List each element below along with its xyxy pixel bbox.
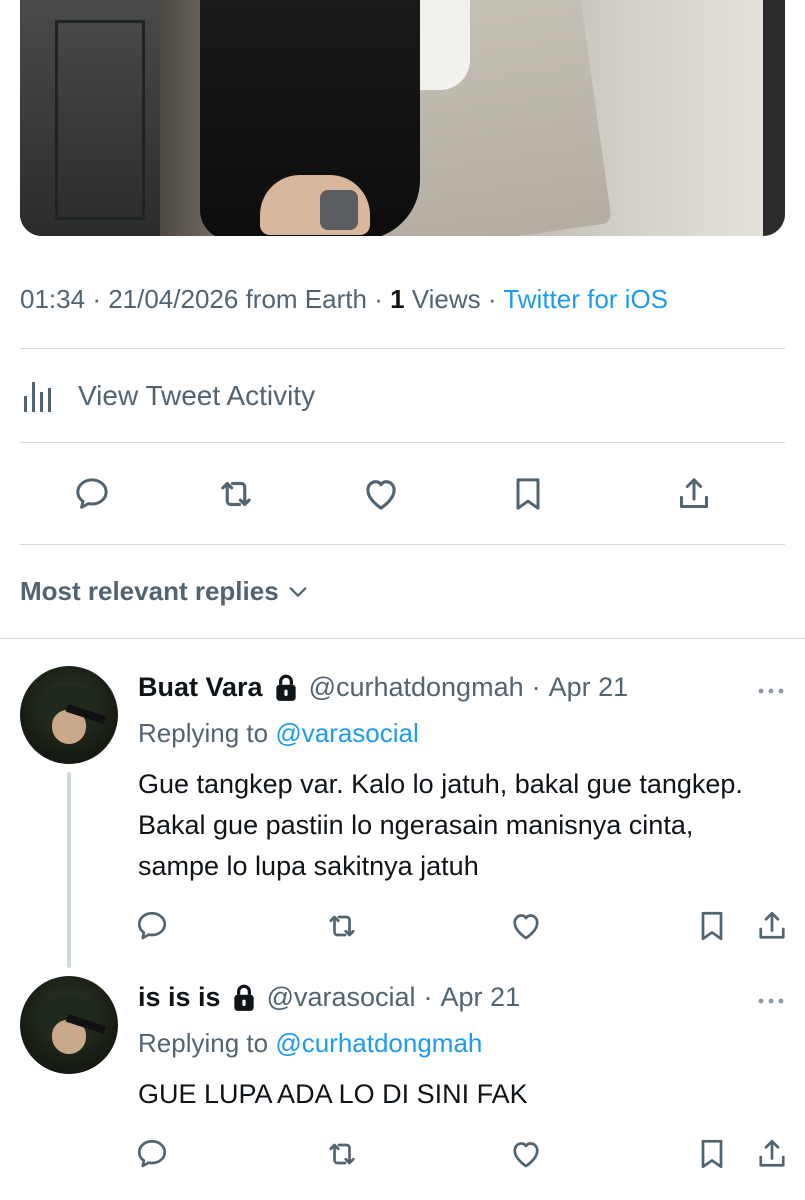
lock-icon <box>275 674 296 701</box>
bookmark-button[interactable] <box>692 906 732 946</box>
tweet-location: from Earth <box>245 284 367 314</box>
reply-author-handle[interactable]: @curhatdongmah <box>309 672 524 703</box>
reply-icon <box>137 1139 167 1168</box>
reply-button[interactable] <box>68 470 116 518</box>
heart-icon <box>366 480 396 510</box>
replying-to-label: Replying to <box>138 718 269 748</box>
replying-to-mention[interactable]: @curhatdongmah <box>275 1028 482 1058</box>
view-tweet-activity-label: View Tweet Activity <box>78 380 316 411</box>
views-count: 1 <box>390 284 405 314</box>
replying-to: Replying to @varasocial <box>138 718 419 749</box>
reply-icon <box>76 478 108 509</box>
reply-sort-label: Most relevant replies <box>20 576 279 606</box>
tweet-date: 21/04/2026 <box>108 284 239 314</box>
divider <box>20 442 785 443</box>
reply-button[interactable] <box>132 906 172 946</box>
bookmark-button[interactable] <box>504 470 552 518</box>
replying-to: Replying to @curhatdongmah <box>138 1028 482 1059</box>
heart-icon <box>513 1142 539 1168</box>
avatar[interactable] <box>20 976 118 1074</box>
retweet-button[interactable] <box>322 906 362 946</box>
tweet-time: 01:34 <box>20 284 86 314</box>
retweet-icon <box>329 1143 355 1165</box>
heart-icon <box>513 914 539 940</box>
lock-icon <box>233 984 254 1011</box>
reply-header: is is is @varasocial · Apr 21 <box>138 982 521 1013</box>
reply-author-name[interactable]: Buat Vara <box>138 672 263 703</box>
share-button[interactable] <box>752 1134 792 1174</box>
share-icon <box>680 478 708 508</box>
reply-author-name[interactable]: is is is <box>138 982 221 1013</box>
analytics-icon <box>24 382 51 412</box>
divider <box>20 348 785 349</box>
bookmark-icon <box>701 1139 723 1169</box>
bookmark-icon <box>516 478 540 510</box>
reply-author-handle[interactable]: @varasocial <box>267 982 416 1013</box>
reply-action-bar <box>0 906 805 946</box>
share-icon <box>759 1139 785 1167</box>
share-icon <box>759 911 785 939</box>
retweet-button[interactable] <box>212 470 260 518</box>
tweet-action-bar <box>0 470 805 518</box>
tweet-photo[interactable] <box>20 0 785 236</box>
reply-action-bar <box>0 1134 805 1174</box>
reply-header: Buat Vara @curhatdongmah · Apr 21 <box>138 672 629 703</box>
replying-to-mention[interactable]: @varasocial <box>275 718 418 748</box>
reply-text: GUE LUPA ADA LO DI SINI FAK <box>138 1079 528 1109</box>
share-button[interactable] <box>752 906 792 946</box>
reply-icon <box>137 911 167 940</box>
tweet-source-link[interactable]: Twitter for iOS <box>503 284 668 314</box>
bookmark-button[interactable] <box>692 1134 732 1174</box>
avatar[interactable] <box>20 666 118 764</box>
retweet-icon <box>329 915 355 937</box>
more-options-icon[interactable] <box>756 996 786 1006</box>
like-button[interactable] <box>506 906 546 946</box>
retweet-icon <box>221 481 251 507</box>
like-button[interactable] <box>506 1134 546 1174</box>
replying-to-label: Replying to <box>138 1028 269 1058</box>
reply-date[interactable]: Apr 21 <box>441 982 521 1013</box>
reply-button[interactable] <box>132 1134 172 1174</box>
views-label: Views <box>411 284 481 314</box>
divider <box>20 544 785 545</box>
reply-date[interactable]: Apr 21 <box>549 672 629 703</box>
retweet-button[interactable] <box>322 1134 362 1174</box>
reply-sort-dropdown[interactable]: Most relevant replies <box>20 576 309 607</box>
reply-text: Gue tangkep var. Kalo lo jatuh, bakal gu… <box>138 769 743 881</box>
bookmark-icon <box>701 911 723 941</box>
view-tweet-activity-button[interactable]: View Tweet Activity <box>20 378 315 414</box>
tweet-meta: 01:34 · 21/04/2026 from Earth · 1 Views … <box>20 284 669 314</box>
divider <box>0 638 805 639</box>
like-button[interactable] <box>357 470 405 518</box>
share-button[interactable] <box>670 470 718 518</box>
chevron-down-icon <box>289 586 307 597</box>
more-options-icon[interactable] <box>756 686 786 696</box>
